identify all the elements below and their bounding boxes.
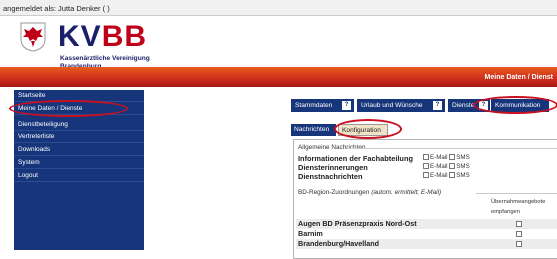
email-checkbox[interactable] — [423, 172, 429, 178]
main-content: Stammdaten ? Urlaub und Wünsche ? Dienst… — [148, 90, 557, 259]
email-label: E-Mail — [430, 163, 448, 170]
region-name: Augen BD Präsenzpraxis Nord-Ost — [298, 219, 417, 228]
sidebar-item-logout[interactable]: Logout — [14, 170, 144, 182]
subtab-nachrichten[interactable]: Nachrichten — [291, 124, 336, 136]
sms-checkbox[interactable] — [449, 154, 456, 160]
general-row-options: E-Mail SMS — [423, 163, 470, 170]
column-header-line2: empfangen — [491, 209, 521, 215]
region-name: Brandenburg/Havelland — [298, 239, 380, 248]
regions-legend-title: BD-Region-Zuordnungen — [298, 189, 370, 196]
table-row: Barnim — [296, 229, 557, 239]
sms-checkbox[interactable] — [449, 163, 456, 169]
brand-subtitle-line1: Kassenärztliche Vereinigung — [60, 55, 150, 62]
highlight-oval-subtab — [334, 119, 402, 139]
highlight-oval-tab — [473, 96, 557, 114]
sidebar-item-dienstbeteiligung[interactable]: Dienstbeteiligung — [14, 119, 144, 131]
sms-label: SMS — [456, 172, 470, 179]
tab-urlaub-label: Urlaub und Wünsche — [361, 102, 423, 109]
column-header-line1: Übernahmeangebote — [491, 199, 546, 205]
table-row: Augen BD Präsenzpraxis Nord-Ost — [296, 219, 557, 229]
tab-urlaub[interactable]: Urlaub und Wünsche ? — [357, 99, 445, 112]
offer-checkbox[interactable] — [516, 221, 522, 227]
fieldset-divider — [348, 148, 557, 149]
brand-kv: KV — [58, 20, 102, 53]
tab-stammdaten-label: Stammdaten — [295, 102, 333, 109]
sidebar-item-system[interactable]: System — [14, 157, 144, 169]
brand-bb: BB — [101, 20, 148, 53]
breadcrumb: Meine Daten / Dienst — [484, 74, 553, 81]
sms-label: SMS — [456, 154, 470, 161]
general-row-options: E-Mail SMS — [423, 172, 470, 179]
highlight-oval-sidebar — [9, 100, 128, 117]
login-status-text: angemeldet als: Jutta Denker ( ) — [3, 4, 110, 13]
brandenburg-eagle-crest-icon — [20, 22, 46, 52]
email-checkbox[interactable] — [423, 154, 429, 160]
help-icon[interactable]: ? — [433, 101, 442, 110]
sidebar-item-vertreterliste[interactable]: Vertreterliste — [14, 131, 144, 143]
tab-dienste-label: Dienste — [452, 102, 475, 109]
region-name: Barnim — [298, 229, 323, 238]
general-row-label: Informationen der Fachabteilung — [298, 154, 413, 163]
offer-checkbox[interactable] — [516, 241, 522, 247]
sidebar-item-downloads[interactable]: Downloads — [14, 144, 144, 156]
email-label: E-Mail — [430, 172, 448, 179]
fieldset-divider — [476, 193, 557, 194]
regions-legend-note: (autom. ermittelt; E-Mail) — [371, 189, 442, 196]
sms-label: SMS — [456, 163, 470, 170]
email-checkbox[interactable] — [423, 163, 429, 169]
regions-legend: BD-Region-Zuordnungen (autom. ermittelt;… — [298, 189, 441, 196]
configuration-panel: Allgemeine Nachrichten Informationen der… — [293, 139, 557, 259]
top-status-bar: angemeldet als: Jutta Denker ( ) — [0, 0, 557, 16]
email-label: E-Mail — [430, 154, 448, 161]
sms-checkbox[interactable] — [449, 172, 456, 178]
column-header-offers: Übernahmeangebote empfangen — [491, 197, 557, 218]
general-row-label: Dienstnachrichten — [298, 172, 363, 181]
table-row: Brandenburg/Havelland — [296, 239, 557, 249]
brand-logo-text: KVBB — [58, 22, 147, 52]
offer-checkbox[interactable] — [516, 231, 522, 237]
general-row-options: E-Mail SMS — [423, 154, 470, 161]
header-band: Meine Daten / Dienst — [0, 67, 557, 87]
tab-stammdaten[interactable]: Stammdaten ? — [291, 99, 354, 112]
general-row-label: Diensterinnerungen — [298, 163, 368, 172]
help-icon[interactable]: ? — [342, 101, 351, 110]
